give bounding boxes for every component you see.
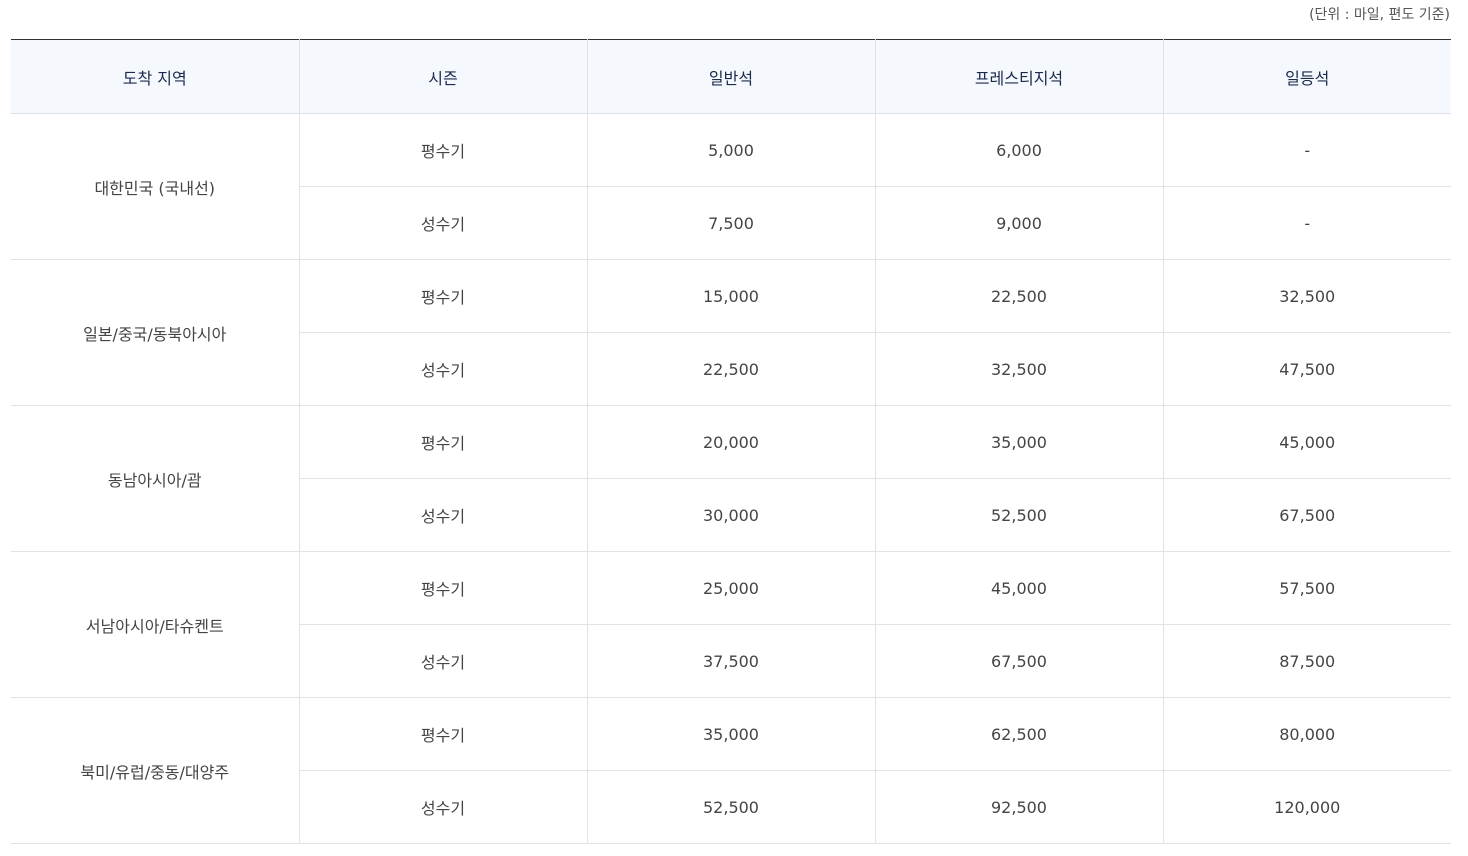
- mileage-table: 도착 지역 시즌 일반석 프레스티지석 일등석 대한민국 (국내선) 평수기 5…: [11, 39, 1451, 844]
- region-cell: 동남아시아/괌: [11, 405, 299, 552]
- first-cell: 57,500: [1162, 551, 1451, 625]
- season-cell: 성수기: [298, 770, 587, 844]
- economy-cell: 37,500: [586, 624, 875, 698]
- prestige-cell: 67,500: [874, 624, 1163, 698]
- economy-cell: 20,000: [586, 405, 875, 479]
- season-cell: 평수기: [298, 551, 587, 625]
- season-cell: 평수기: [298, 259, 587, 333]
- prestige-cell: 6,000: [874, 113, 1163, 187]
- prestige-cell: 32,500: [874, 332, 1163, 406]
- region-cell: 북미/유럽/중동/대양주: [11, 697, 299, 844]
- header-prestige: 프레스티지석: [874, 39, 1163, 114]
- prestige-cell: 35,000: [874, 405, 1163, 479]
- first-cell: 80,000: [1162, 697, 1451, 771]
- first-cell: 87,500: [1162, 624, 1451, 698]
- first-cell: -: [1162, 186, 1451, 260]
- unit-note: (단위 : 마일, 편도 기준): [1309, 7, 1450, 23]
- region-cell: 서남아시아/타슈켄트: [11, 551, 299, 698]
- season-cell: 성수기: [298, 332, 587, 406]
- header-region: 도착 지역: [11, 39, 299, 114]
- prestige-cell: 62,500: [874, 697, 1163, 771]
- first-cell: -: [1162, 113, 1451, 187]
- table-body: 대한민국 (국내선) 평수기 5,000 6,000 - 성수기 7,500 9…: [11, 113, 1451, 844]
- prestige-cell: 9,000: [874, 186, 1163, 260]
- header-economy: 일반석: [586, 39, 875, 114]
- region-cell: 일본/중국/동북아시아: [11, 259, 299, 406]
- header-first: 일등석: [1162, 39, 1451, 114]
- prestige-cell: 92,500: [874, 770, 1163, 844]
- table-row: 동남아시아/괌 평수기 20,000 35,000 45,000: [11, 405, 1451, 552]
- prestige-cell: 45,000: [874, 551, 1163, 625]
- economy-cell: 30,000: [586, 478, 875, 552]
- header-season: 시즌: [298, 39, 587, 114]
- header-row: 도착 지역 시즌 일반석 프레스티지석 일등석: [11, 39, 1451, 114]
- table-header: 도착 지역 시즌 일반석 프레스티지석 일등석: [11, 39, 1451, 114]
- table-row: 일본/중국/동북아시아 평수기 15,000 22,500 32,500: [11, 259, 1451, 406]
- first-cell: 120,000: [1162, 770, 1451, 844]
- table-row: 대한민국 (국내선) 평수기 5,000 6,000 -: [11, 113, 1451, 260]
- economy-cell: 35,000: [586, 697, 875, 771]
- season-cell: 성수기: [298, 624, 587, 698]
- first-cell: 32,500: [1162, 259, 1451, 333]
- season-cell: 평수기: [298, 405, 587, 479]
- first-cell: 47,500: [1162, 332, 1451, 406]
- economy-cell: 22,500: [586, 332, 875, 406]
- first-cell: 67,500: [1162, 478, 1451, 552]
- prestige-cell: 22,500: [874, 259, 1163, 333]
- prestige-cell: 52,500: [874, 478, 1163, 552]
- season-cell: 성수기: [298, 186, 587, 260]
- season-cell: 평수기: [298, 697, 587, 771]
- economy-cell: 52,500: [586, 770, 875, 844]
- season-cell: 평수기: [298, 113, 587, 187]
- table-row: 서남아시아/타슈켄트 평수기 25,000 45,000 57,500: [11, 551, 1451, 698]
- economy-cell: 15,000: [586, 259, 875, 333]
- region-cell: 대한민국 (국내선): [11, 113, 299, 260]
- season-cell: 성수기: [298, 478, 587, 552]
- economy-cell: 25,000: [586, 551, 875, 625]
- economy-cell: 7,500: [586, 186, 875, 260]
- table-row: 북미/유럽/중동/대양주 평수기 35,000 62,500 80,000: [11, 697, 1451, 844]
- first-cell: 45,000: [1162, 405, 1451, 479]
- economy-cell: 5,000: [586, 113, 875, 187]
